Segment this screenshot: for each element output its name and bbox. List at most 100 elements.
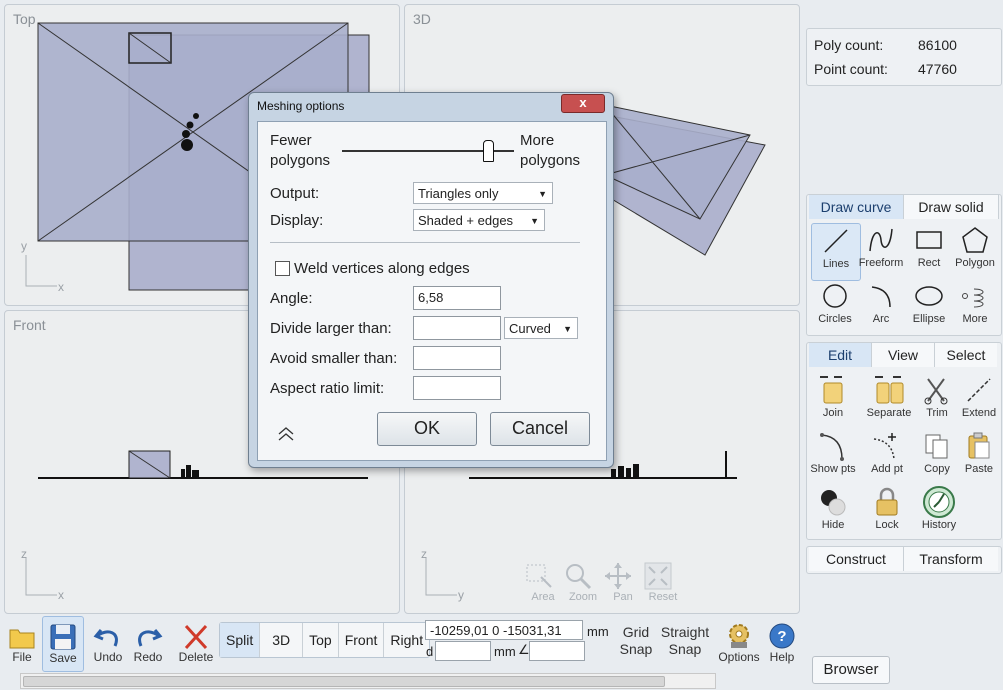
view-tab-3d[interactable]: 3D: [260, 623, 304, 657]
density-slider-thumb[interactable]: [483, 140, 495, 162]
lines-label: Lines: [822, 258, 850, 270]
copy-tool[interactable]: Copy: [915, 429, 959, 485]
separate-icon: [863, 373, 915, 407]
reset-tool[interactable]: Reset: [643, 561, 683, 603]
polygon-label: Polygon: [955, 257, 995, 269]
zoom-tool[interactable]: Zoom: [563, 561, 603, 603]
point-count-value: 47760: [918, 61, 957, 77]
zoom-icon: [563, 561, 603, 591]
viewport-label-3d: 3D: [413, 11, 431, 27]
history-tool[interactable]: History: [915, 485, 963, 541]
view-tab-right[interactable]: Right: [384, 623, 429, 657]
view-tab-split[interactable]: Split: [220, 623, 261, 657]
mesh-stats-panel: Poly count: 86100 Point count: 47760: [806, 28, 1002, 86]
construct-transform-panel: Construct Transform: [806, 546, 1002, 574]
tab-draw-curve[interactable]: Draw curve: [809, 195, 904, 219]
hide-icon: [809, 485, 857, 519]
horizontal-scrollbar[interactable]: [20, 673, 716, 689]
separate-label: Separate: [866, 407, 912, 419]
viewport-label-top: Top: [13, 11, 36, 27]
angle-input[interactable]: [529, 641, 585, 661]
tab-draw-solid[interactable]: Draw solid: [904, 195, 999, 219]
join-tool[interactable]: Join: [809, 373, 857, 429]
lock-label: Lock: [875, 519, 899, 531]
distance-input[interactable]: [435, 641, 491, 661]
file-button[interactable]: File: [6, 620, 38, 664]
trim-tool[interactable]: Trim: [915, 373, 959, 429]
divide-larger-field[interactable]: [413, 316, 501, 340]
redo-button[interactable]: Redo: [130, 620, 166, 664]
browser-button[interactable]: Browser: [812, 656, 890, 684]
pan-tool[interactable]: Pan: [603, 561, 643, 603]
edit-panel: Edit View Select Join Separate Trim Exte…: [806, 342, 1002, 540]
dialog-close-button[interactable]: x: [561, 94, 605, 113]
extend-tool[interactable]: Extend: [957, 373, 1001, 429]
avoid-smaller-field[interactable]: [413, 346, 501, 370]
output-value: Triangles only: [418, 186, 499, 201]
grid-snap-toggle[interactable]: Grid Snap: [616, 624, 656, 658]
lock-tool[interactable]: Lock: [863, 485, 911, 541]
redo-icon: [130, 620, 166, 650]
tab-transform[interactable]: Transform: [904, 547, 998, 571]
pan-icon: [603, 561, 643, 591]
display-select[interactable]: Shaded + edges ▼: [413, 209, 545, 231]
axis-x-label-front: x: [58, 588, 64, 602]
fewer-label-2: polygons: [270, 152, 331, 169]
help-button[interactable]: ? Help: [766, 620, 798, 664]
tab-construct[interactable]: Construct: [809, 547, 904, 571]
freeform-icon: [857, 223, 905, 257]
undo-button[interactable]: Undo: [90, 620, 126, 664]
polygon-icon: [951, 223, 999, 257]
save-label: Save: [49, 651, 77, 665]
poly-count-label: Poly count:: [814, 37, 884, 53]
area-tool[interactable]: Area: [523, 561, 563, 603]
divide-larger-label: Divide larger than:: [270, 320, 392, 337]
ellipse-tool[interactable]: Ellipse: [905, 279, 953, 335]
aspect-ratio-field[interactable]: [413, 376, 501, 400]
polygon-tool[interactable]: Polygon: [951, 223, 999, 279]
cancel-button[interactable]: Cancel: [490, 412, 590, 446]
separate-tool[interactable]: Separate: [863, 373, 915, 429]
more-label-2: polygons: [520, 152, 581, 169]
straight-snap-toggle[interactable]: Straight Snap: [656, 624, 714, 658]
meshing-options-dialog: Meshing options x Fewer polygons More po…: [248, 92, 614, 468]
more-tool[interactable]: More: [951, 279, 999, 335]
tab-view[interactable]: View: [872, 343, 935, 367]
freeform-tool[interactable]: Freeform: [857, 223, 905, 279]
save-button[interactable]: Save: [42, 616, 84, 672]
view-tab-top[interactable]: Top: [303, 623, 339, 657]
angle-field[interactable]: 6,58: [413, 286, 501, 310]
circles-tool[interactable]: Circles: [811, 279, 859, 335]
display-value: Shaded + edges: [418, 213, 514, 228]
rect-icon: [905, 223, 953, 257]
scrollbar-thumb[interactable]: [23, 676, 665, 687]
weld-vertices-checkbox[interactable]: [275, 261, 290, 276]
history-label: History: [921, 519, 957, 531]
rect-tool[interactable]: Rect: [905, 223, 953, 279]
undo-icon: [90, 620, 126, 650]
lines-tool[interactable]: Lines: [811, 223, 861, 281]
paste-tool[interactable]: Paste: [957, 429, 1001, 485]
more-icon: [951, 279, 999, 313]
tab-select[interactable]: Select: [935, 343, 997, 367]
arc-tool[interactable]: Arc: [857, 279, 905, 335]
extend-label: Extend: [961, 407, 997, 419]
tab-edit[interactable]: Edit: [809, 343, 872, 367]
aspect-ratio-label: Aspect ratio limit:: [270, 380, 385, 397]
ok-button[interactable]: OK: [377, 412, 477, 446]
coordinates-field[interactable]: -10259,01 0 -15031,31: [425, 620, 583, 640]
svg-text:?: ?: [777, 628, 786, 645]
delete-button[interactable]: Delete: [176, 620, 216, 664]
draw-panel: Draw curve Draw solid Lines Freeform Rec…: [806, 194, 1002, 336]
folder-icon: [6, 620, 38, 650]
options-button[interactable]: Options: [717, 620, 761, 664]
add-pt-tool[interactable]: Add pt: [863, 429, 911, 485]
hide-tool[interactable]: Hide: [809, 485, 857, 541]
add-point-icon: [863, 429, 911, 463]
output-select[interactable]: Triangles only ▼: [413, 182, 553, 204]
show-pts-tool[interactable]: Show pts: [809, 429, 857, 485]
divider: [270, 242, 580, 243]
collapse-chevron-up-icon[interactable]: [276, 424, 296, 444]
view-tab-front[interactable]: Front: [339, 623, 385, 657]
divide-mode-select[interactable]: Curved ▼: [504, 317, 578, 339]
